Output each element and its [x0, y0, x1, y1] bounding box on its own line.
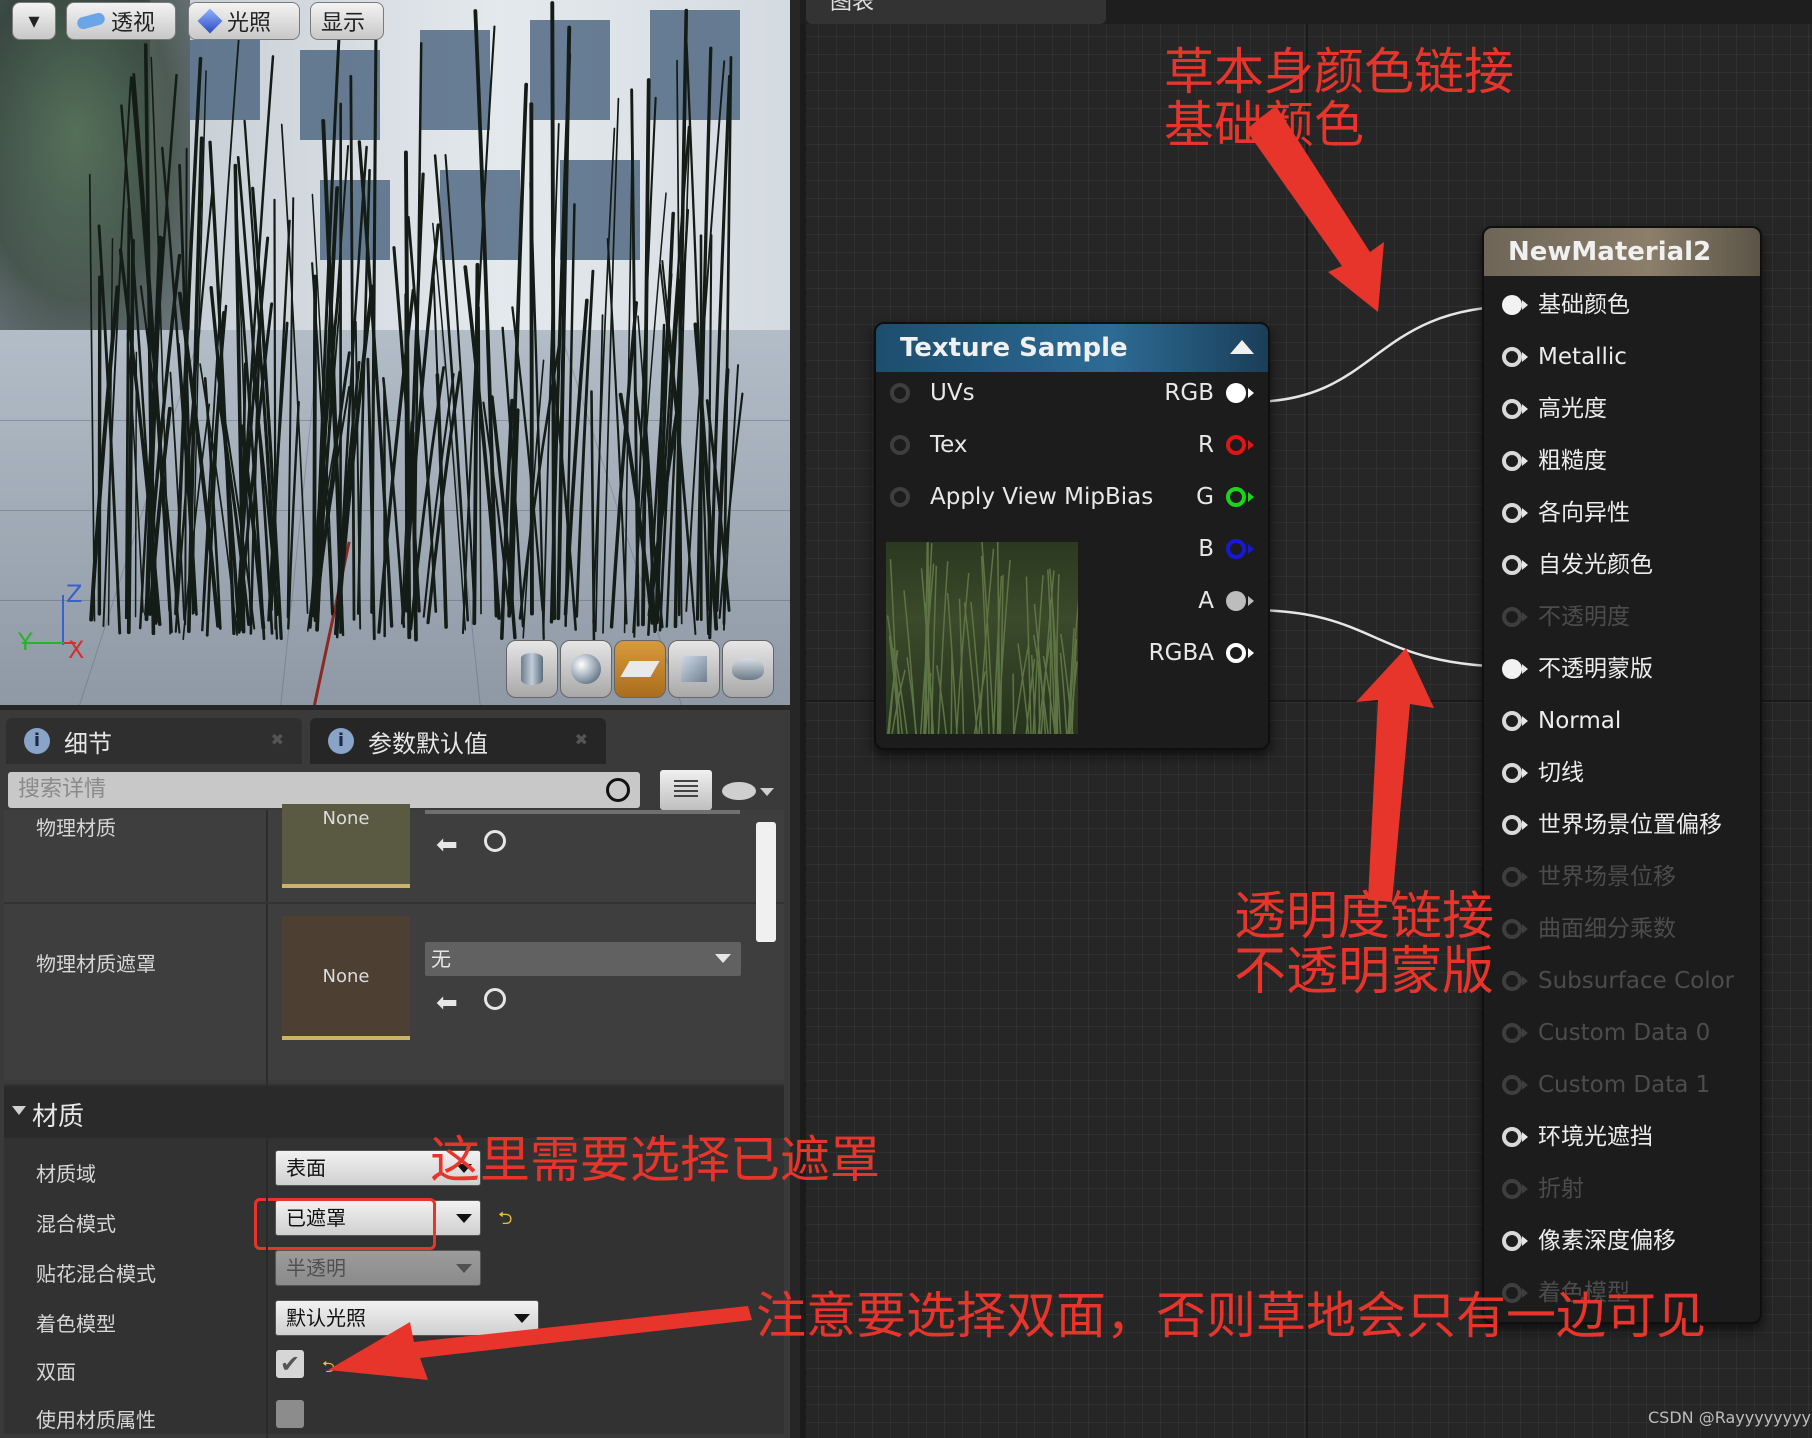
shading-model-dropdown[interactable]: 默认光照: [275, 1300, 539, 1336]
z-axis-label: Z: [66, 580, 83, 608]
browse-search-icon[interactable]: [484, 988, 506, 1010]
physical-material-label: 物理材质: [36, 816, 116, 840]
details-panel: i 细节 ✖ i 参数默认值 ✖ 搜索详情 物理材质 None ⬅ 物理材质遮罩…: [0, 710, 790, 1438]
two-sided-label: 双面: [36, 1360, 76, 1384]
material-domain-value: 表面: [286, 1156, 326, 1180]
material-domain-label: 材质域: [36, 1162, 96, 1186]
two-sided-checkbox[interactable]: ✔: [276, 1350, 304, 1378]
info-icon: i: [24, 728, 50, 754]
chevron-down-icon: [760, 788, 774, 796]
physical-material-mask-thumbnail[interactable]: None: [282, 916, 410, 1040]
decal-blend-mode-label: 贴花混合模式: [36, 1262, 156, 1286]
preview-plane-button[interactable]: [614, 640, 666, 698]
use-material-attributes-checkbox[interactable]: [276, 1400, 304, 1428]
preview-teapot-button[interactable]: [722, 640, 774, 698]
visibility-options-button[interactable]: [722, 776, 774, 806]
grid-icon: [674, 780, 698, 800]
close-icon[interactable]: ✖: [271, 730, 284, 749]
preview-cube-button[interactable]: [668, 640, 720, 698]
cube-icon: [681, 656, 707, 682]
x-axis-label: X: [68, 636, 85, 664]
plane-icon: [620, 661, 660, 677]
shading-model-value: 默认光照: [286, 1306, 366, 1330]
show-button[interactable]: 显示: [310, 2, 384, 40]
reset-to-default-icon[interactable]: ⮌: [498, 1206, 512, 1236]
annotation-arrows: [1246, 106, 1434, 902]
use-selected-arrow-icon[interactable]: ⬅: [436, 830, 458, 860]
lit-cube-icon: [197, 8, 223, 34]
y-axis-label: Y: [18, 628, 33, 656]
search-details-input[interactable]: 搜索详情: [8, 772, 640, 808]
info-icon: i: [328, 728, 354, 754]
annotation-two-sided: 注意要选择双面，否则草地会只有一边可见: [756, 1287, 1706, 1345]
collapse-triangle-icon[interactable]: [12, 1106, 26, 1115]
use-material-attributes-label: 使用材质属性: [36, 1408, 156, 1432]
z-axis-gizmo: [62, 595, 64, 645]
grid-view-button[interactable]: [660, 770, 712, 810]
search-icon: [606, 778, 630, 802]
tab-parameter-defaults[interactable]: i 参数默认值 ✖: [310, 718, 606, 764]
preview-cylinder-button[interactable]: [506, 640, 558, 698]
perspective-icon: [75, 11, 107, 31]
annotation-base-color: 草本身颜色链接 基础颜色: [1164, 43, 1514, 154]
chevron-down-icon: [715, 954, 731, 963]
eye-icon: [722, 782, 756, 800]
shading-model-label: 着色模型: [36, 1312, 116, 1336]
grass-preview-mesh: [88, 1, 744, 642]
preview-sphere-button[interactable]: [560, 640, 612, 698]
physical-material-mask-thumb-label: None: [322, 965, 370, 987]
physical-material-mask-dropdown[interactable]: 无: [425, 942, 741, 976]
blend-mode-label: 混合模式: [36, 1212, 116, 1236]
physical-material-thumb-label: None: [322, 808, 370, 829]
lighting-button[interactable]: 光照: [188, 2, 300, 40]
physical-material-mask-label: 物理材质遮罩: [36, 952, 156, 976]
blend-mode-highlight-box: [254, 1198, 436, 1250]
watermark: CSDN @Rayyyyyyyy: [1648, 1408, 1812, 1427]
decal-blend-mode-dropdown[interactable]: 半透明: [275, 1250, 481, 1286]
material-graph-editor[interactable]: 图表 Texture Sample UVs Tex Apply View MipBi…: [800, 0, 1812, 1438]
cylinder-icon: [521, 653, 543, 685]
viewport-options-dropdown[interactable]: ▾: [12, 2, 56, 40]
physical-material-thumbnail[interactable]: None: [282, 804, 410, 888]
teapot-icon: [732, 658, 764, 680]
tab-details-label: 细节: [64, 729, 112, 758]
sphere-icon: [571, 654, 601, 684]
annotation-blend-mode: 这里需要选择已遮罩: [430, 1131, 880, 1189]
show-label: 显示: [321, 11, 366, 36]
use-selected-arrow-icon[interactable]: ⬅: [436, 988, 458, 1018]
perspective-button[interactable]: 透视: [66, 2, 176, 40]
close-icon[interactable]: ✖: [575, 730, 588, 749]
material-section-title: 材质: [32, 1102, 85, 1132]
details-scrollbar-thumb[interactable]: [756, 822, 776, 942]
browse-search-icon[interactable]: [484, 830, 506, 852]
arrow-to-opacity-mask: [1356, 648, 1434, 902]
perspective-label: 透视: [111, 11, 156, 36]
tab-parameter-defaults-label: 参数默认值: [368, 729, 488, 758]
search-placeholder: 搜索详情: [18, 777, 107, 802]
tab-details[interactable]: i 细节 ✖: [6, 718, 302, 764]
annotation-opacity: 透明度链接 不透明蒙版: [1234, 887, 1495, 1002]
physical-material-mask-value: 无: [431, 947, 451, 971]
material-preview-viewport[interactable]: ▾ 透视 光照 显示 Z Y X: [0, 0, 790, 705]
chevron-down-icon: ▾: [28, 8, 40, 34]
lighting-label: 光照: [227, 11, 272, 36]
decal-blend-mode-value: 半透明: [286, 1256, 346, 1280]
reset-to-default-icon[interactable]: ⮌: [322, 1356, 335, 1383]
